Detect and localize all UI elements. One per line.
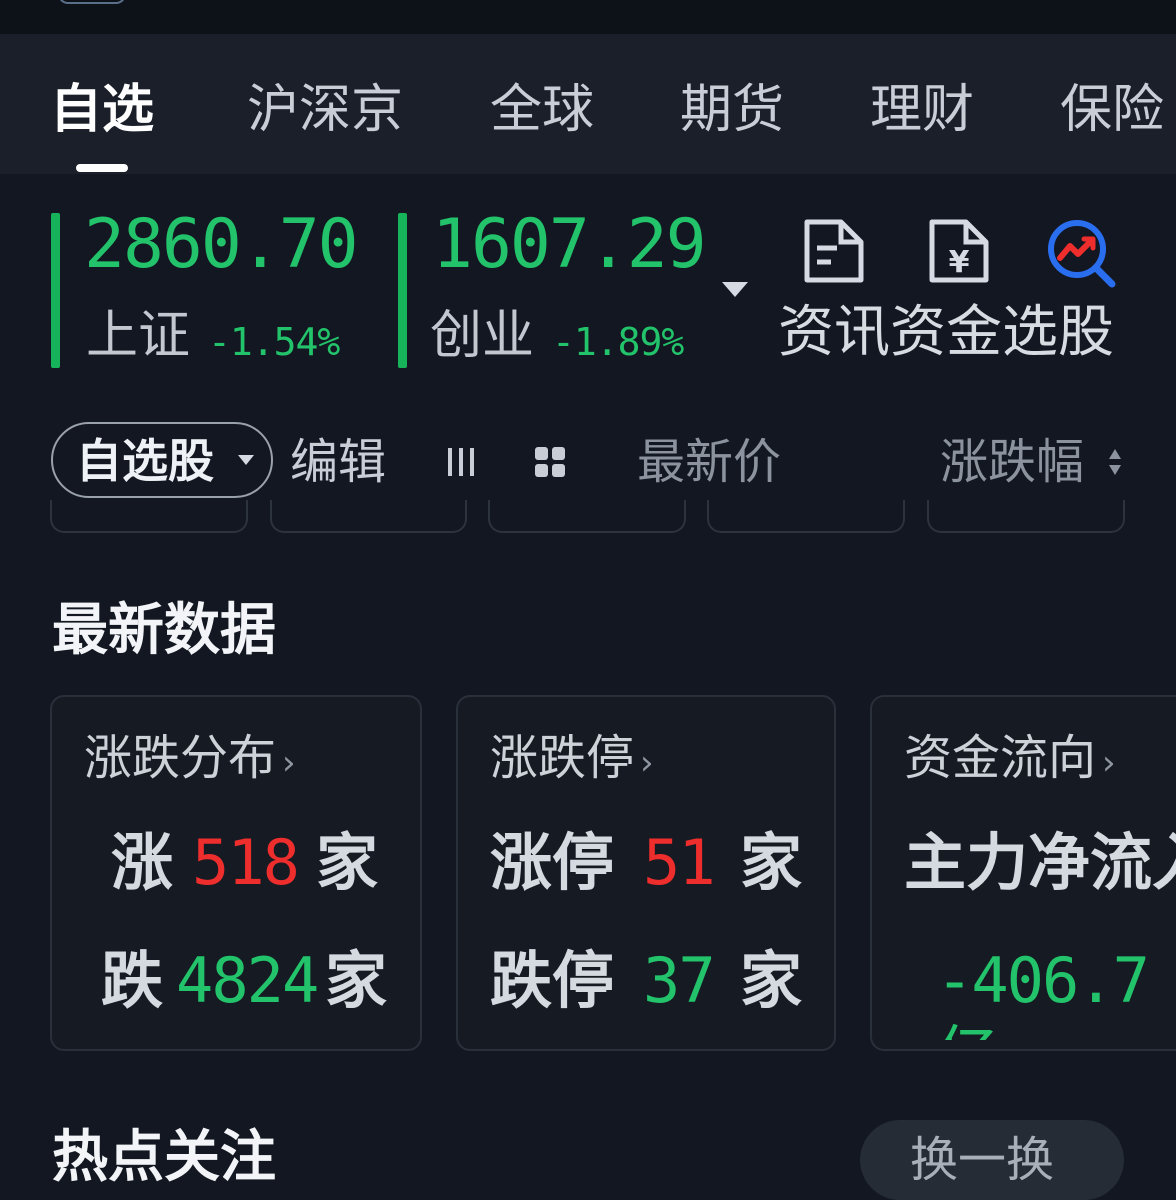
card-title: 资金流向 ›: [904, 728, 1116, 793]
placeholder-card: [488, 500, 686, 533]
list-view-icon[interactable]: [446, 446, 478, 482]
index-name: 创业: [430, 306, 535, 366]
column-header-latest-price[interactable]: 最新价: [637, 432, 781, 492]
main-net-inflow-value: -406.7亿: [936, 944, 1150, 1040]
placeholder-card: [707, 500, 905, 533]
sort-toggle-icon[interactable]: [1108, 447, 1122, 477]
quick-action-label: 资金: [890, 300, 1002, 365]
fall-unit: 家: [325, 944, 388, 1017]
tab-wealth[interactable]: 理财: [870, 80, 974, 140]
card-title-text: 涨跌停: [490, 730, 635, 786]
grid-view-icon[interactable]: [534, 446, 566, 482]
index-change: -1.89%: [552, 320, 684, 364]
rise-label: 涨: [111, 826, 174, 899]
news-document-icon[interactable]: [801, 218, 867, 284]
chevron-right-icon: ›: [282, 743, 296, 783]
card-title-text: 资金流向: [904, 730, 1097, 786]
chevron-right-icon: ›: [640, 743, 654, 783]
index-name: 上证: [86, 306, 191, 366]
edit-button[interactable]: 编辑: [290, 432, 386, 492]
card-title-text: 涨跌分布: [84, 730, 277, 786]
index-trend-bar: [51, 213, 60, 368]
index-value: 1607.29: [432, 205, 707, 284]
index-trend-bar: [398, 213, 407, 368]
rise-count: 518: [192, 826, 300, 899]
index-change: -1.54%: [208, 320, 340, 364]
limit-up-count: 51: [643, 826, 716, 899]
main-net-inflow-label: 主力净流入: [904, 826, 1176, 899]
limit-up-unit: 家: [740, 826, 803, 899]
capital-flow-clip: 主力净流入 -406.7亿: [870, 800, 1176, 1040]
chevron-right-icon: ›: [1102, 743, 1116, 783]
chevron-down-icon: [238, 455, 254, 465]
placeholder-card: [270, 500, 467, 533]
index-expand-caret-icon[interactable]: [722, 282, 748, 297]
svg-text:¥: ¥: [949, 245, 970, 280]
stock-picker-search-icon[interactable]: [1046, 218, 1116, 288]
fall-label: 跌: [101, 944, 164, 1017]
limit-down-label: 跌停: [490, 944, 615, 1017]
column-header-change-percent[interactable]: 涨跌幅: [940, 432, 1084, 492]
limit-down-unit: 家: [740, 944, 803, 1017]
limit-up-label: 涨停: [490, 826, 615, 899]
fall-count: 4824: [176, 944, 319, 1017]
quick-action-label: 选股: [1002, 300, 1114, 365]
tab-futures[interactable]: 期货: [680, 80, 784, 140]
placeholder-card: [927, 500, 1125, 533]
yuan-document-icon[interactable]: ¥: [926, 218, 992, 284]
app-logo-fragment: [58, 0, 126, 4]
section-title-hot-topics: 热点关注: [52, 1125, 276, 1190]
tab-insurance[interactable]: 保险: [1060, 80, 1164, 140]
active-tab-indicator: [76, 164, 128, 172]
quick-action-label: 资讯: [778, 300, 890, 365]
watchlist-group-label: 自选股: [76, 434, 214, 488]
placeholder-card: [50, 500, 248, 533]
limit-down-count: 37: [643, 944, 716, 1017]
tab-global[interactable]: 全球: [490, 80, 594, 140]
rise-unit: 家: [316, 826, 379, 899]
section-title-latest-data: 最新数据: [52, 598, 276, 663]
tab-watchlist[interactable]: 自选: [50, 80, 154, 140]
card-title: 涨跌停 ›: [490, 728, 654, 793]
quick-action-news[interactable]: 资讯资金选股: [778, 300, 1114, 366]
index-value: 2860.70: [84, 205, 359, 284]
status-strip: [0, 0, 1176, 34]
card-title: 涨跌分布 ›: [84, 728, 296, 793]
refresh-topics-label: 换一换: [910, 1132, 1055, 1188]
tab-shanghai-shenzhen-beijing[interactable]: 沪深京: [247, 80, 403, 140]
